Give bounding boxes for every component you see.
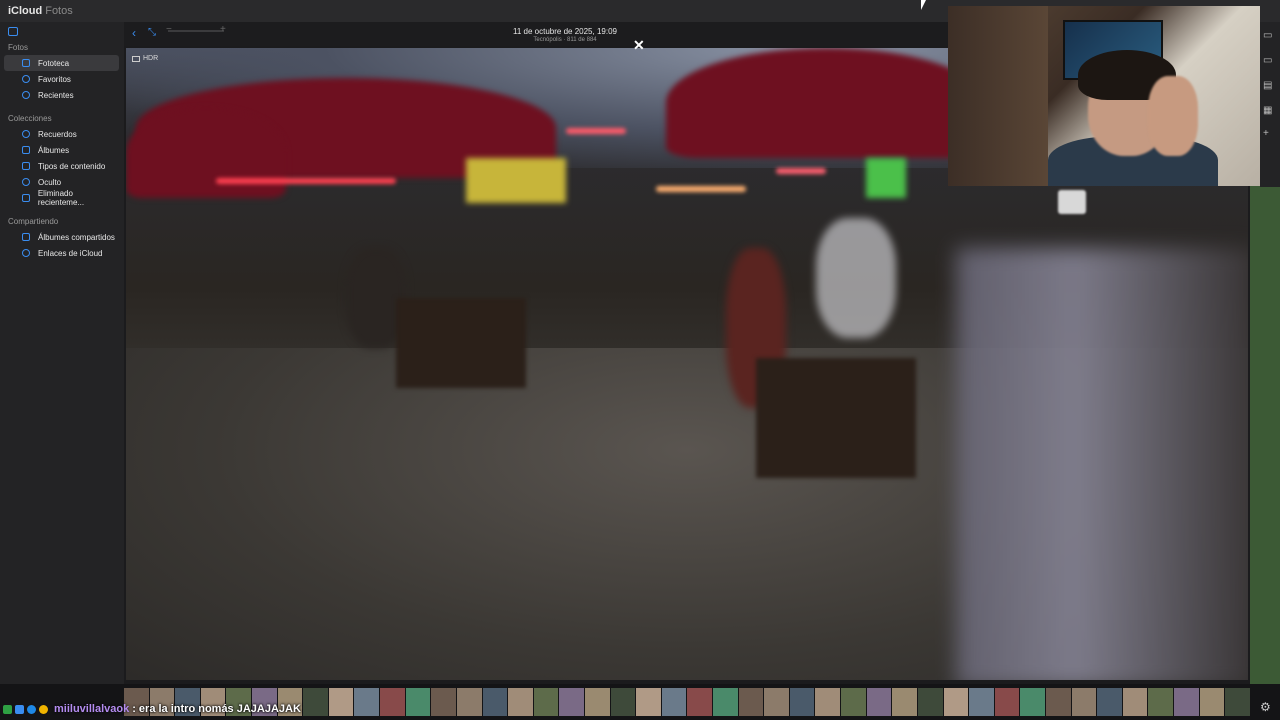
thumbnail[interactable] bbox=[661, 688, 687, 716]
badge-icon bbox=[3, 704, 12, 714]
thumbnail[interactable] bbox=[789, 688, 815, 716]
sidebar-item-label: Enlaces de iCloud bbox=[38, 248, 103, 258]
thumbnail[interactable] bbox=[1199, 688, 1225, 716]
badge-icon bbox=[39, 704, 48, 714]
thumbnail[interactable] bbox=[1045, 688, 1071, 716]
chat-message: : era la intro nomás JAJAJAJAK bbox=[132, 703, 301, 715]
thumbnail[interactable] bbox=[713, 688, 738, 716]
thumbnail[interactable] bbox=[1148, 688, 1173, 716]
chat-overlay: miiluvillalvaok : era la intro nomás JAJ… bbox=[0, 701, 301, 717]
app-brand: iCloud bbox=[8, 5, 43, 17]
badge-icon bbox=[15, 704, 24, 714]
thumbnail[interactable] bbox=[328, 688, 354, 716]
thumbnail[interactable] bbox=[866, 688, 892, 716]
clock-icon bbox=[22, 91, 30, 99]
sidebar-item-fototeca[interactable]: Fototeca bbox=[4, 55, 119, 71]
thumbnail[interactable] bbox=[764, 688, 789, 716]
thumbnail[interactable] bbox=[1097, 688, 1122, 716]
thumbnail[interactable] bbox=[917, 688, 943, 716]
thumbnail[interactable] bbox=[738, 688, 764, 716]
memories-icon bbox=[22, 130, 30, 138]
album-icon bbox=[22, 146, 30, 154]
thumbnail[interactable] bbox=[969, 688, 994, 716]
thumbnail[interactable] bbox=[354, 688, 380, 716]
thumbnail[interactable] bbox=[1225, 688, 1250, 716]
sidebar-item-label: Fototeca bbox=[38, 58, 70, 68]
sidebar-item-label: Recuerdos bbox=[38, 129, 77, 139]
sidebar-item-oculto[interactable]: Oculto bbox=[4, 174, 119, 190]
sidebar-item-tipos-de-contenido[interactable]: Tipos de contenido bbox=[4, 158, 119, 174]
mouse-cursor bbox=[921, 0, 926, 10]
gear-icon[interactable]: ⚙ bbox=[1260, 700, 1271, 714]
thumbnail[interactable] bbox=[1071, 688, 1097, 716]
thumbnail[interactable] bbox=[841, 688, 866, 716]
sidebar-item-label: Favoritos bbox=[38, 74, 71, 84]
info-icon[interactable]: ▭ bbox=[1263, 55, 1272, 66]
thumbnail[interactable] bbox=[559, 688, 584, 716]
sidebar-section-compartiendo: Compartiendo bbox=[8, 217, 59, 226]
thumbnail[interactable] bbox=[1122, 688, 1148, 716]
sidebar-item-label: Álbumes bbox=[38, 145, 70, 155]
grid-icon[interactable]: ▦ bbox=[1263, 105, 1272, 116]
shared-album-icon bbox=[22, 233, 30, 241]
thumbnail[interactable] bbox=[815, 688, 841, 716]
sidebar-item-enlaces-icloud[interactable]: Enlaces de iCloud bbox=[4, 245, 119, 261]
favorite-icon[interactable]: ▤ bbox=[1263, 80, 1272, 91]
sidebar-item-recientes[interactable]: Recientes bbox=[4, 87, 119, 103]
hdr-badge: HDR bbox=[132, 55, 158, 62]
thumbnail[interactable] bbox=[431, 688, 456, 716]
media-types-icon bbox=[22, 162, 30, 170]
link-icon bbox=[22, 249, 30, 257]
hdr-label: HDR bbox=[143, 55, 159, 62]
sidebar-item-label: Álbumes compartidos bbox=[38, 232, 115, 242]
thumbnail[interactable] bbox=[303, 688, 328, 716]
thumbnail[interactable] bbox=[584, 688, 610, 716]
thumbnail[interactable] bbox=[380, 688, 405, 716]
add-icon[interactable]: + bbox=[1263, 128, 1269, 139]
screen: iCloud Fotos Fotos Fototeca Favoritos Re… bbox=[0, 0, 1280, 720]
thumbnail[interactable] bbox=[405, 688, 431, 716]
thumbnail[interactable] bbox=[1020, 688, 1045, 716]
thumbnail[interactable] bbox=[456, 688, 482, 716]
thumbnail[interactable] bbox=[994, 688, 1020, 716]
sidebar-item-label: Tipos de contenido bbox=[38, 161, 106, 171]
badge-icon bbox=[27, 704, 36, 714]
hdr-icon bbox=[132, 55, 140, 62]
sidebar-item-label: Eliminado recienteme... bbox=[37, 189, 85, 207]
thumbnail[interactable] bbox=[687, 688, 713, 716]
sidebar-item-recuerdos[interactable]: Recuerdos bbox=[4, 126, 119, 142]
sidebar: Fotos Fototeca Favoritos Recientes Colec… bbox=[0, 22, 124, 684]
sidebar-item-albumes-compartidos[interactable]: Álbumes compartidos bbox=[4, 229, 119, 245]
thumbnail[interactable] bbox=[482, 688, 508, 716]
sidebar-item-label: Recientes bbox=[38, 90, 74, 100]
sidebar-section-colecciones: Colecciones bbox=[8, 114, 52, 123]
sidebar-item-eliminado[interactable]: Eliminado recienteme... bbox=[4, 189, 119, 207]
thumbnail[interactable] bbox=[610, 688, 636, 716]
library-icon bbox=[22, 59, 30, 67]
thumbnail[interactable] bbox=[533, 688, 559, 716]
share-icon[interactable]: ▭ bbox=[1263, 30, 1272, 41]
close-icon[interactable]: ✕ bbox=[633, 37, 645, 54]
sidebar-item-label: Oculto bbox=[38, 177, 62, 187]
hidden-eye-icon bbox=[22, 178, 30, 186]
heart-icon bbox=[22, 75, 30, 83]
app-section: Fotos bbox=[45, 5, 73, 17]
thumbnail[interactable] bbox=[892, 688, 917, 716]
thumbnail[interactable] bbox=[943, 688, 969, 716]
webcam-overlay bbox=[948, 6, 1260, 186]
chat-username: miiluvillalvaok bbox=[54, 703, 130, 715]
thumbnail[interactable] bbox=[636, 688, 661, 716]
thumbnail[interactable] bbox=[1173, 688, 1199, 716]
sidebar-item-albumes[interactable]: Álbumes bbox=[4, 142, 119, 158]
trash-icon bbox=[22, 194, 30, 202]
thumbnail[interactable] bbox=[508, 688, 533, 716]
stream-badge bbox=[1058, 190, 1086, 214]
sidebar-item-favoritos[interactable]: Favoritos bbox=[4, 71, 119, 87]
